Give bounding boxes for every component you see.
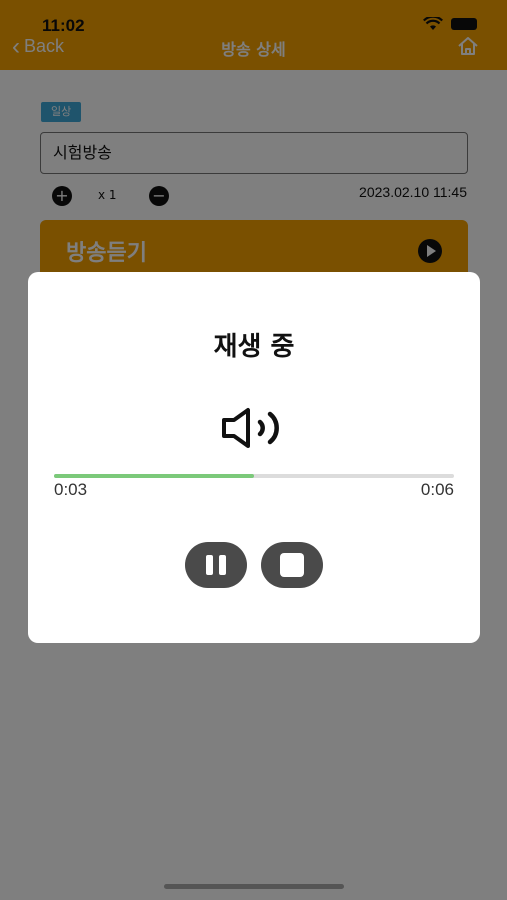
- stop-button[interactable]: [261, 542, 323, 588]
- current-time: 0:03: [54, 480, 88, 499]
- stop-icon: [280, 553, 304, 577]
- player-title: 재생 중: [213, 332, 295, 362]
- progress-track[interactable]: [54, 474, 454, 478]
- player-modal: 재생 중 0:03 0:06: [28, 272, 480, 643]
- total-time: 0:06: [420, 480, 454, 499]
- home-indicator: [164, 884, 344, 889]
- speaker-icon: [222, 408, 279, 448]
- progress-fill: [54, 474, 254, 478]
- pause-button[interactable]: [185, 542, 247, 588]
